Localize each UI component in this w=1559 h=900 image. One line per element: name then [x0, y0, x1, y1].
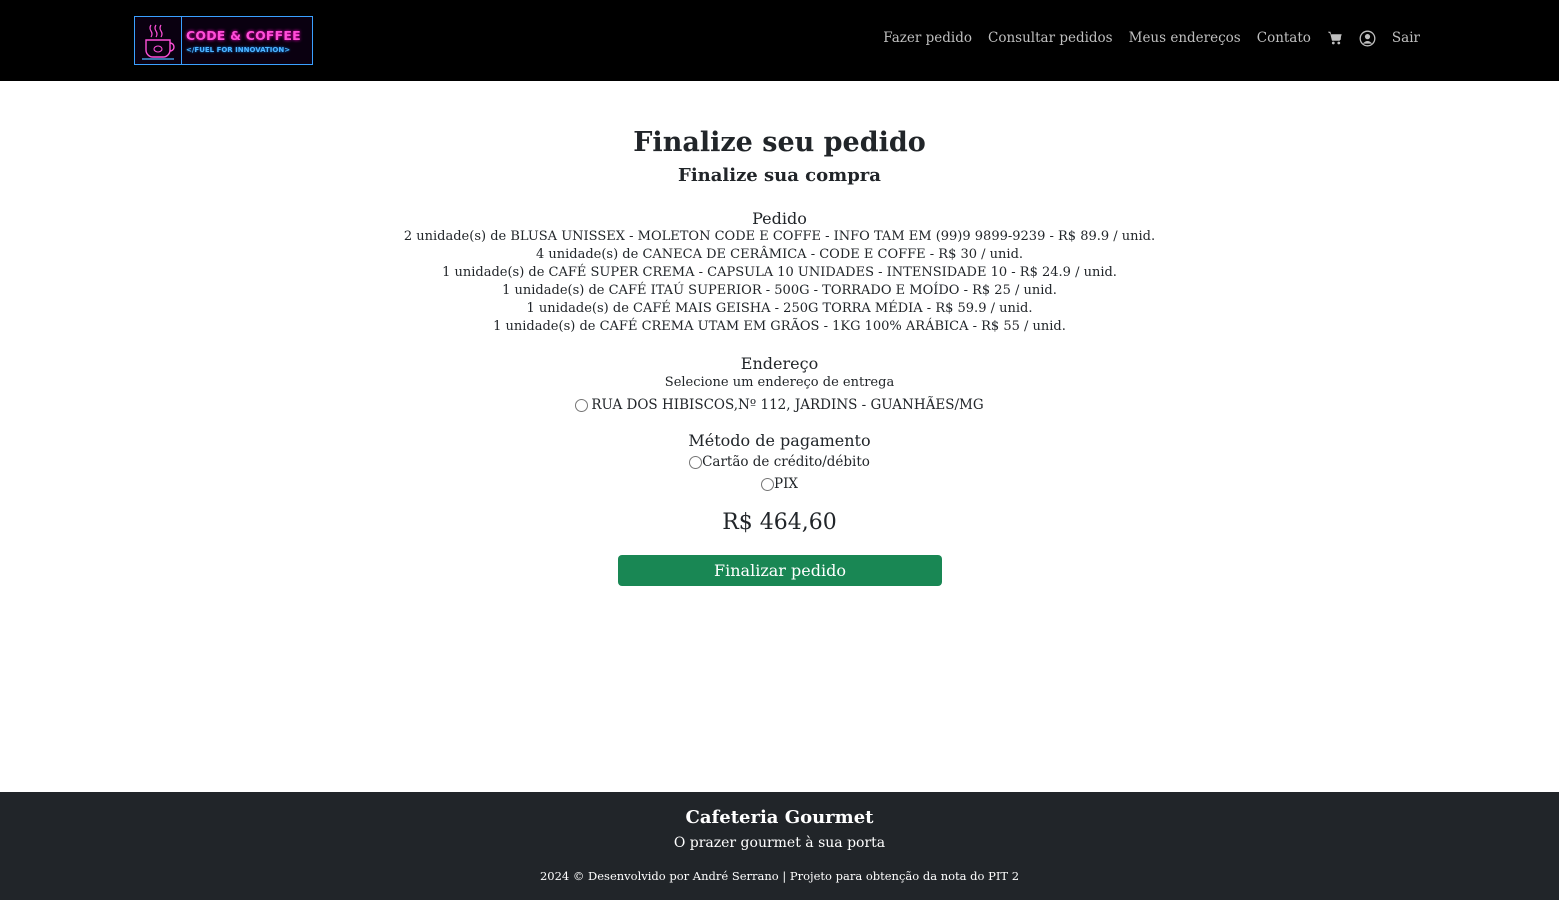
page-subtitle: Finalize sua compra [678, 165, 881, 186]
cart-icon[interactable] [1327, 30, 1343, 46]
nav-link-meus-enderecos[interactable]: Meus endereços [1129, 30, 1241, 46]
brand-logo-title: CODE & COFFEE [186, 27, 301, 43]
payment-option-pix-label: PIX [773, 476, 799, 492]
payment-section: Método de pagamento Cartão de crédito/dé… [0, 431, 1559, 494]
payment-option-pix[interactable]: PIX [0, 474, 1559, 494]
payment-option-card[interactable]: Cartão de crédito/débito [0, 452, 1559, 472]
order-item: 1 unidade(s) de CAFÉ CREMA UTAM EM GRÃOS… [493, 319, 1066, 334]
coffee-cup-icon [135, 17, 182, 64]
finish-order-button[interactable]: Finalizar pedido [618, 555, 942, 586]
nav-link-contato[interactable]: Contato [1257, 30, 1311, 46]
brand-logo-subtitle: </FUEL FOR INNOVATION> [186, 45, 291, 54]
brand-logo[interactable]: CODE & COFFEE </FUEL FOR INNOVATION> [134, 16, 313, 65]
footer-copyright: 2024 © Desenvolvido por André Serrano | … [539, 869, 1020, 883]
brand-logo-text: CODE & COFFEE </FUEL FOR INNOVATION> [182, 17, 312, 64]
order-item: 2 unidade(s) de BLUSA UNISSEX - MOLETON … [403, 229, 1156, 244]
checkout-main: Finalize seu pedido Finalize sua compra … [0, 81, 1559, 792]
address-heading: Endereço [740, 354, 819, 373]
payment-heading: Método de pagamento [688, 431, 871, 450]
pix-radio[interactable] [760, 477, 774, 491]
footer-title: Cafeteria Gourmet [685, 807, 874, 828]
nav-link-consultar-pedidos[interactable]: Consultar pedidos [988, 30, 1113, 46]
order-summary: Pedido 2 unidade(s) de BLUSA UNISSEX - M… [0, 209, 1559, 336]
order-item: 1 unidade(s) de CAFÉ ITAÚ SUPERIOR - 500… [502, 283, 1057, 298]
logout-link[interactable]: Sair [1392, 30, 1420, 46]
page-title: Finalize seu pedido [633, 127, 926, 158]
footer: Cafeteria Gourmet O prazer gourmet à sua… [0, 792, 1559, 900]
footer-tagline: O prazer gourmet à sua porta [673, 835, 886, 851]
card-radio[interactable] [689, 455, 703, 469]
order-total: R$ 464,60 [722, 510, 837, 535]
address-option[interactable]: RUA DOS HIBISCOS,Nº 112, JARDINS - GUANH… [0, 395, 1559, 415]
address-instruction: Selecione um endereço de entrega [664, 375, 895, 390]
address-option-label: RUA DOS HIBISCOS,Nº 112, JARDINS - GUANH… [591, 397, 984, 413]
order-item: 1 unidade(s) de CAFÉ SUPER CREMA - CAPSU… [442, 265, 1117, 280]
order-item: 1 unidade(s) de CAFÉ MAIS GEISHA - 250G … [526, 301, 1033, 316]
address-section: Endereço Selecione um endereço de entreg… [0, 354, 1559, 415]
navbar: CODE & COFFEE </FUEL FOR INNOVATION> Faz… [0, 0, 1559, 81]
order-item: 4 unidade(s) de CANECA DE CERÂMICA - COD… [535, 247, 1024, 262]
order-heading: Pedido [752, 209, 807, 228]
user-circle-icon[interactable] [1359, 30, 1376, 47]
payment-option-card-label: Cartão de crédito/débito [702, 454, 870, 470]
address-radio[interactable] [575, 398, 589, 412]
nav-links: Fazer pedido Consultar pedidos Meus ende… [883, 26, 1420, 50]
nav-link-fazer-pedido[interactable]: Fazer pedido [883, 30, 972, 46]
